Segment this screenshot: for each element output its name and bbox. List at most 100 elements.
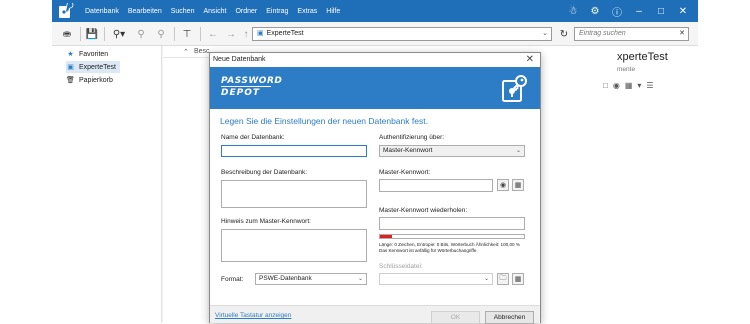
dialog-footer: Virtuelle Tastatur anzeigen OK Abbrechen (210, 305, 540, 324)
sidebar-item-label: Papierkorb (79, 76, 113, 84)
menu-bearbeiten[interactable]: Bearbeiten (125, 8, 165, 15)
close-icon[interactable]: ✕ (672, 0, 694, 22)
sidebar-item-label: Favoriten (79, 50, 109, 58)
column-description-header[interactable]: Besc (194, 48, 210, 55)
path-value: ExperteTest (266, 30, 304, 37)
envelope-icon[interactable]: □ (603, 81, 608, 90)
chevron-down-icon: ⌄ (483, 276, 489, 282)
toolbar-separator (174, 27, 175, 41)
description-label: Beschreibung der Datenbank: (221, 169, 308, 176)
sidebar-item-label: ExperteTest (79, 63, 116, 71)
database-name-input[interactable] (221, 145, 367, 157)
repeat-password-input[interactable] (379, 217, 525, 230)
password-hint-textarea[interactable] (221, 229, 367, 262)
format-select[interactable]: PSWE-Datenbank ⌄ (255, 273, 367, 285)
menu-extras[interactable]: Extras (294, 8, 320, 15)
password-strength-fill (380, 235, 392, 238)
detail-subtitle: mente (617, 66, 636, 73)
toolbar: ⛂ 💾 ⚲▾ ⚲ ⚲ ⊤ ← → ↑ ▣ ExperteTest ⌄ ↻ Ein… (52, 22, 698, 46)
search-input[interactable]: Eintrag suchen ✕ (574, 27, 689, 41)
save-icon[interactable]: 💾 (85, 27, 99, 41)
detail-toolbar: □ ◉ ▦ ▾ ☰ (603, 81, 659, 90)
path-dropdown[interactable]: ▣ ExperteTest ⌄ (252, 27, 552, 41)
sidebar-item-expertetest[interactable]: ▣ ExperteTest (66, 61, 120, 73)
gear-icon[interactable]: ⚙ (584, 0, 606, 22)
repeat-password-label: Master-Kennwort wiederholen: (379, 207, 468, 214)
format-value: PSWE-Datenbank (259, 275, 312, 282)
star-folder-icon: ★ (67, 51, 74, 58)
refresh-icon[interactable]: ↻ (558, 27, 570, 41)
database-icon: ▣ (67, 64, 74, 71)
forward-arrow-icon[interactable]: → (224, 27, 238, 41)
back-arrow-icon[interactable]: ← (206, 27, 220, 41)
keyfile-select[interactable]: ⌄ (379, 273, 493, 285)
master-password-input[interactable] (379, 179, 493, 192)
database-description-textarea[interactable] (221, 180, 367, 208)
strength-info-line2: Das Kennwort ist anfällig für Wörterbuch… (379, 248, 478, 253)
ok-button[interactable]: OK (431, 311, 480, 324)
list-icon[interactable]: ☰ (646, 81, 653, 90)
master-password-label: Master-Kennwort: (379, 169, 431, 176)
dialog-title: Neue Datenbank (213, 56, 266, 63)
dialog-heading: Legen Sie die Einstellungen der neuen Da… (220, 116, 428, 126)
password-generator-icon[interactable]: ▦ (512, 179, 524, 191)
keyfile-generator-icon[interactable]: ▦ (512, 273, 524, 285)
auth-value: Master-Kennwort (383, 147, 433, 154)
show-password-eye-icon[interactable]: ◉ (497, 179, 509, 191)
cancel-button[interactable]: Abbrechen (485, 311, 534, 324)
add-entry-icon[interactable]: ⚲▾ (109, 27, 129, 41)
up-arrow-icon[interactable]: ↑ (240, 27, 252, 41)
globe-icon[interactable]: ◉ (613, 81, 620, 90)
menu-hilfe[interactable]: Hilfe (323, 8, 343, 15)
close-icon[interactable]: ✕ (526, 53, 534, 67)
minimize-icon[interactable]: – (628, 0, 650, 22)
keyfile-label: Schlüsseldatei: (379, 263, 423, 270)
sidebar-item-papierkorb[interactable]: 🗑 Papierkorb (66, 74, 113, 86)
database-icon[interactable]: ⛂ (60, 27, 74, 41)
clear-search-icon[interactable]: ✕ (679, 28, 685, 40)
detail-title: xperteTest (617, 51, 668, 63)
toolbar-separator (200, 27, 201, 41)
sidebar: ★ Favoriten ▣ ExperteTest 🗑 Papierkorb (52, 46, 162, 323)
dialog-title-bar: Neue Datenbank ✕ (210, 53, 540, 67)
edit-entry-icon[interactable]: ⚲ (134, 27, 148, 41)
user-lock-icon[interactable]: ☃ (562, 0, 584, 22)
password-depot-logo: PASSWORD DEPOT (221, 76, 283, 98)
menu-suchen[interactable]: Suchen (168, 8, 198, 15)
sidebar-item-favoriten[interactable]: ★ Favoriten (66, 48, 108, 60)
menu-ordner[interactable]: Ordner (232, 8, 260, 15)
chevron-down-icon: ⌄ (357, 276, 363, 282)
name-label: Name der Datenbank: (221, 134, 285, 141)
delete-entry-icon[interactable]: ⚲ (154, 27, 168, 41)
virtual-keyboard-link[interactable]: Virtuelle Tastatur anzeigen (215, 312, 291, 319)
dialog-banner: PASSWORD DEPOT (210, 67, 540, 109)
menu-datenbank[interactable]: Datenbank (82, 8, 122, 15)
database-key-icon (502, 75, 527, 102)
folder-icon[interactable]: 🗀 (497, 273, 509, 285)
hint-label: Hinweis zum Master-Kennwort: (221, 218, 311, 225)
chevron-down-icon: ⌄ (542, 30, 548, 37)
sort-chevron-icon[interactable]: ⌃ (183, 48, 189, 56)
menu-eintrag[interactable]: Eintrag (263, 8, 291, 15)
title-controls: ☃ ⚙ ⓘ – □ ✕ (562, 0, 694, 22)
dropdown-icon[interactable]: ▾ (637, 81, 641, 90)
calendar-icon[interactable]: ▦ (625, 81, 633, 90)
auth-label: Authentifizierung über: (379, 134, 445, 141)
new-database-dialog: Neue Datenbank ✕ PASSWORD DEPOT Legen Si… (209, 52, 541, 324)
app-logo-icon[interactable] (58, 3, 74, 19)
database-small-icon: ▣ (257, 30, 264, 37)
text-tool-icon[interactable]: ⊤ (180, 27, 194, 41)
auth-select[interactable]: Master-Kennwort ⌄ (379, 145, 525, 157)
title-bar: Datenbank Bearbeiten Suchen Ansicht Ordn… (52, 0, 698, 22)
toolbar-separator (104, 27, 105, 41)
menu-bar: Datenbank Bearbeiten Suchen Ansicht Ordn… (82, 0, 346, 22)
search-placeholder: Eintrag suchen (579, 30, 626, 37)
chevron-down-icon: ⌄ (515, 148, 521, 154)
maximize-icon[interactable]: □ (650, 0, 672, 22)
toolbar-separator (80, 27, 81, 41)
menu-ansicht[interactable]: Ansicht (200, 8, 229, 15)
password-strength-bar (379, 234, 525, 239)
help-icon[interactable]: ⓘ (606, 0, 628, 22)
trash-icon: 🗑 (66, 77, 75, 84)
format-label: Format: (221, 276, 244, 283)
